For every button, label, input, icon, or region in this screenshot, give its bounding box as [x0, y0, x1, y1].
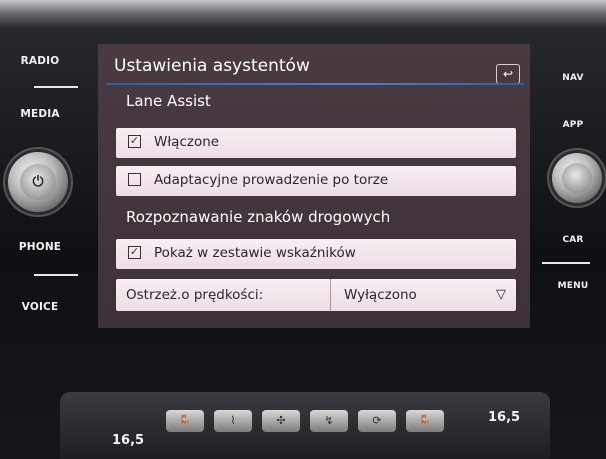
back-arrow-icon[interactable]: ↩ [496, 64, 520, 84]
seat-heat-right-icon[interactable]: 🪑 [406, 410, 444, 432]
show-in-cluster-label: Pokaż w zestawie wskaźników [154, 245, 356, 261]
title-underline [106, 83, 524, 85]
checkbox-unchecked-icon [128, 173, 141, 186]
show-in-cluster-row[interactable]: ✓ Pokaż w zestawie wskaźników [116, 239, 516, 269]
page-title: Ustawienia asystentów [114, 56, 310, 76]
checkbox-checked-icon: ✓ [128, 245, 141, 259]
lane-assist-enabled-row[interactable]: ✓ Włączone [116, 128, 516, 158]
tuning-knob[interactable] [552, 153, 602, 203]
speed-warning-value[interactable]: Wyłączono [344, 287, 417, 303]
media-button[interactable]: MEDIA [18, 108, 62, 120]
separator-line [34, 86, 78, 88]
title-bar: Ustawienia asystentów ↩ [98, 44, 530, 85]
row-divider [330, 279, 331, 311]
recirculation-icon[interactable]: ⟳ [358, 410, 396, 432]
checkbox-checked-icon: ✓ [128, 134, 141, 148]
radio-button[interactable]: RADIO [18, 55, 62, 67]
app-button[interactable]: APP [552, 120, 594, 130]
chevron-down-icon[interactable]: ▽ [496, 287, 506, 302]
phone-button[interactable]: PHONE [18, 241, 62, 253]
menu-button[interactable]: MENU [552, 281, 594, 291]
touch-screen: Ustawienia asystentów ↩ Lane Assist ✓ Wł… [98, 44, 530, 328]
section-heading-lane-assist: Lane Assist [126, 92, 211, 110]
seat-heat-left-icon[interactable]: 🪑 [166, 410, 204, 432]
airflow-icon[interactable]: ↯ [310, 410, 348, 432]
separator-line [542, 262, 590, 264]
power-icon: ⏻ [32, 174, 44, 190]
lane-assist-enabled-label: Włączone [154, 134, 220, 150]
left-temperature: 16,5 [112, 433, 145, 448]
adaptive-lane-guidance-row[interactable]: Adaptacyjne prowadzenie po torze [116, 166, 516, 196]
section-heading-sign-recognition: Rozpoznawanie znaków drogowych [126, 208, 391, 226]
separator-line [34, 274, 78, 276]
volume-knob[interactable]: ⏻ [8, 152, 68, 212]
top-glare [0, 0, 606, 28]
knob-face [562, 163, 592, 193]
nav-button[interactable]: NAV [552, 73, 594, 83]
climate-panel [60, 392, 550, 459]
fan-icon[interactable]: ✣ [262, 410, 300, 432]
speed-warning-label: Ostrzeż.o prędkości: [126, 287, 264, 303]
adaptive-lane-guidance-label: Adaptacyjne prowadzenie po torze [154, 172, 389, 188]
voice-button[interactable]: VOICE [18, 301, 62, 313]
speed-warning-row[interactable]: Ostrzeż.o prędkości: Wyłączono ▽ [116, 279, 516, 311]
rear-defrost-icon[interactable]: ⌇ [214, 410, 252, 432]
right-temperature: 16,5 [488, 410, 521, 425]
car-button[interactable]: CAR [552, 235, 594, 245]
